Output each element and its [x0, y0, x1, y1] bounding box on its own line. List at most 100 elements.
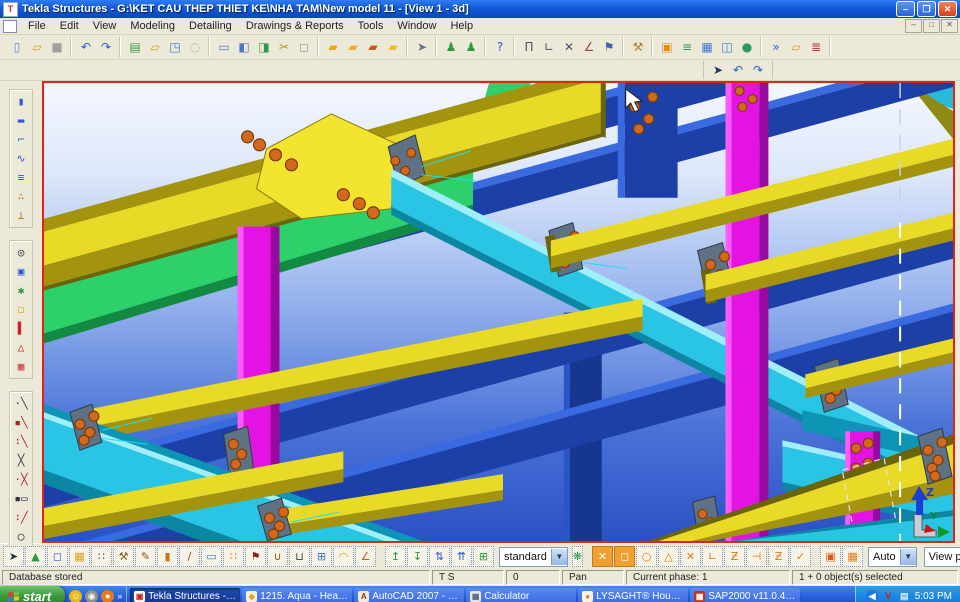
snap-gravity-toggle[interactable]: △: [658, 546, 679, 567]
save-model-button[interactable]: ■: [47, 38, 67, 57]
quick-launch-overflow[interactable]: »: [117, 591, 122, 601]
view-window-1-button[interactable]: ▭: [214, 38, 234, 57]
task-autocad[interactable]: AAutoCAD 2007 - [G:\...: [354, 588, 464, 602]
snap-midpoint-button[interactable]: ∶╲: [11, 432, 31, 451]
report-list-button[interactable]: ≡: [677, 38, 697, 57]
menu-tools[interactable]: Tools: [351, 19, 391, 33]
create-beam-tool-button[interactable]: ▬: [11, 111, 31, 130]
create-curved-beam-button[interactable]: ∿: [11, 149, 31, 168]
task-aqua[interactable]: ◆1215. Aqua - Heat o...: [242, 588, 352, 602]
select-cursor-button[interactable]: ➤: [708, 61, 728, 80]
snap-points-sw-toggle[interactable]: ◻: [614, 546, 635, 567]
work-plane-combo[interactable]: View plane ▼: [924, 547, 960, 567]
mdi-restore-button[interactable]: □: [923, 19, 940, 33]
clash-check-button[interactable]: ▌: [11, 319, 31, 338]
more-tools-button[interactable]: »: [766, 38, 786, 57]
select-grids-toggle[interactable]: ⚒: [113, 546, 134, 567]
select-angles-toggle[interactable]: ∠: [355, 546, 376, 567]
menu-file[interactable]: File: [21, 19, 53, 33]
select-grid-lines-toggle[interactable]: ✎: [135, 546, 156, 567]
create-twin-profile-button[interactable]: ≡: [11, 168, 31, 187]
start-button[interactable]: start: [0, 586, 65, 602]
select-arcs-toggle[interactable]: ◠: [333, 546, 354, 567]
create-weld-button[interactable]: ⊥: [11, 206, 31, 225]
menu-modeling[interactable]: Modeling: [123, 19, 182, 33]
marquee-button[interactable]: ◻: [294, 38, 314, 57]
tray-display[interactable]: ▤: [898, 590, 911, 602]
snap-free-toggle[interactable]: ✕: [592, 546, 613, 567]
title-bar[interactable]: T Tekla Structures - G:\KET CAU THEP THI…: [0, 0, 960, 18]
select-reinforcement-toggle[interactable]: ⚑: [245, 546, 266, 567]
select-misc-toggle[interactable]: ⊞: [473, 546, 494, 567]
chevron-down-icon[interactable]: ▼: [900, 549, 916, 565]
model-canvas[interactable]: ZY: [44, 83, 953, 541]
task-tekla[interactable]: ▣Tekla Structures - G:...: [130, 588, 240, 602]
chevron-down-icon[interactable]: ▼: [551, 549, 567, 565]
snap-corner-toggle[interactable]: ∟: [702, 546, 723, 567]
fence-tool-button[interactable]: Π: [519, 38, 539, 57]
part-view-button[interactable]: △: [11, 338, 31, 357]
create-polybeam-button[interactable]: ⌐: [11, 130, 31, 149]
macro-box-button[interactable]: ◻: [11, 300, 31, 319]
mdi-minimize-button[interactable]: –: [905, 19, 922, 33]
ortho-toggle-toggle[interactable]: ▣: [820, 546, 841, 567]
menu-edit[interactable]: Edit: [53, 19, 86, 33]
mdi-close-button[interactable]: ✕: [941, 19, 958, 33]
copy-objects-button[interactable]: ▣: [657, 38, 677, 57]
select-views-toggle[interactable]: ⊞: [311, 546, 332, 567]
snap-reference-button[interactable]: ·╲: [11, 394, 31, 413]
select-all-toggle[interactable]: ➤: [3, 546, 24, 567]
minimize-button[interactable]: –: [896, 1, 915, 17]
view-window-2-button[interactable]: ◧: [234, 38, 254, 57]
binoculars-button[interactable]: ◎: [11, 243, 31, 262]
filter-settings-button[interactable]: ❋: [572, 546, 583, 567]
snap-cross-toggle[interactable]: ✕: [680, 546, 701, 567]
select-parts-toggle[interactable]: ▲: [25, 546, 46, 567]
tray-updates[interactable]: ◀: [866, 590, 879, 602]
snap-circle-button[interactable]: ◯: [11, 527, 31, 546]
menu-drawings-reports[interactable]: Drawings & Reports: [239, 19, 351, 33]
task-lysaght[interactable]: ●LYSAGHT® House Fr...: [578, 588, 688, 602]
select-swap-toggle[interactable]: ⇅: [429, 546, 450, 567]
restore-button[interactable]: ❐: [917, 1, 936, 17]
create-view-button[interactable]: ▣: [11, 262, 31, 281]
open-folder-button[interactable]: ▱: [145, 38, 165, 57]
context-help-button[interactable]: ?: [490, 38, 510, 57]
create-column-tool-button[interactable]: ▮: [11, 92, 31, 111]
snap-perpendicular-button[interactable]: ·╳: [11, 470, 31, 489]
snap-extension-button[interactable]: ▪▭: [11, 489, 31, 508]
snap-any-toggle[interactable]: Ƶ: [768, 546, 789, 567]
save-database-button[interactable]: ◫: [717, 38, 737, 57]
select-columns-toggle[interactable]: ▮: [157, 546, 178, 567]
export-button[interactable]: ▱: [786, 38, 806, 57]
close-button[interactable]: ✕: [938, 1, 957, 17]
select-objects-up-toggle[interactable]: ↥: [385, 546, 406, 567]
snap-mid-toggle[interactable]: Ƶ: [724, 546, 745, 567]
phase-manager-button[interactable]: ♟: [441, 38, 461, 57]
depth-combo[interactable]: Auto ▼: [868, 547, 917, 567]
select-cuts-toggle[interactable]: ⊔: [289, 546, 310, 567]
snap-center-toggle[interactable]: ○: [636, 546, 657, 567]
mini-redo-button[interactable]: ↷: [748, 61, 768, 80]
snap-nearest-button[interactable]: ∶╱: [11, 508, 31, 527]
corner-tool-button[interactable]: ∟: [539, 38, 559, 57]
auto-detail-button[interactable]: ✱: [11, 281, 31, 300]
menu-help[interactable]: Help: [443, 19, 480, 33]
cut-button[interactable]: ✂: [274, 38, 294, 57]
pick-tool-button[interactable]: ➤: [412, 38, 432, 57]
measure-tool-button[interactable]: ✕: [559, 38, 579, 57]
open-model-button[interactable]: ▱: [27, 38, 47, 57]
new-model-button[interactable]: ▯: [7, 38, 27, 57]
menu-window[interactable]: Window: [390, 19, 443, 33]
menu-detailing[interactable]: Detailing: [182, 19, 239, 33]
hammer-tool-button[interactable]: ⚒: [628, 38, 648, 57]
snap-intersection-button[interactable]: ╳: [11, 451, 31, 470]
snap-confirm-toggle[interactable]: ✓: [790, 546, 811, 567]
create-plate-button[interactable]: ▰: [363, 38, 383, 57]
select-u-bolt-toggle[interactable]: ∪: [267, 546, 288, 567]
paste-button[interactable]: ◳: [165, 38, 185, 57]
select-components-toggle[interactable]: ◻: [47, 546, 68, 567]
create-bolts-button[interactable]: ∴: [11, 187, 31, 206]
ql-firefox[interactable]: ●: [101, 590, 114, 602]
mini-undo-button[interactable]: ↶: [728, 61, 748, 80]
